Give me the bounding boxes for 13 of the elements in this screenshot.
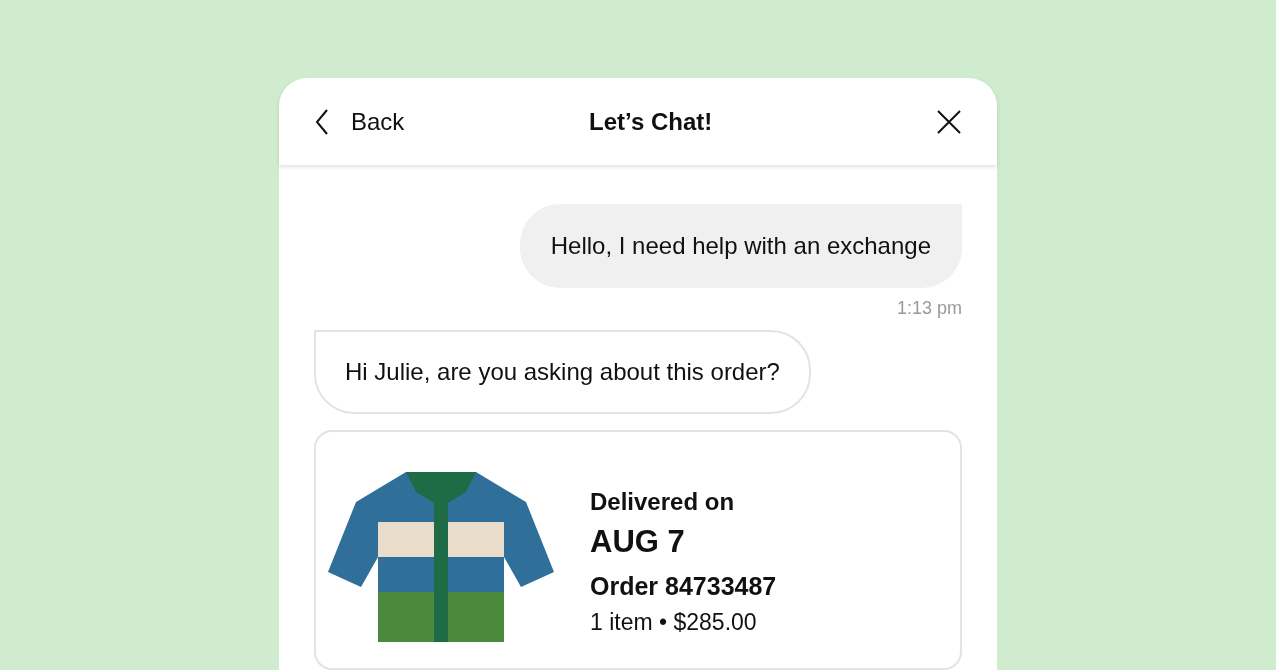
message-time: 1:13 pm <box>896 298 962 319</box>
back-button[interactable]: Back <box>315 107 405 136</box>
close-icon <box>937 109 961 134</box>
close-button[interactable] <box>937 109 961 134</box>
message-bubble: Hello, I need help with an exchange <box>519 204 962 288</box>
order-number: Order 84733487 <box>590 572 777 601</box>
chat-title: Let’s Chat! <box>588 107 714 136</box>
delivered-label: Delivered on <box>590 488 736 516</box>
chevron-left-icon <box>315 108 329 135</box>
order-card[interactable]: Delivered on AUG 7 Order 84733487 1 item • $285.00 <box>314 430 962 670</box>
order-summary: 1 item • $285.00 <box>590 609 758 636</box>
message-bubble: Hi Julie, are you asking about this order? <box>314 330 811 414</box>
delivered-date: AUG 7 <box>590 524 686 560</box>
